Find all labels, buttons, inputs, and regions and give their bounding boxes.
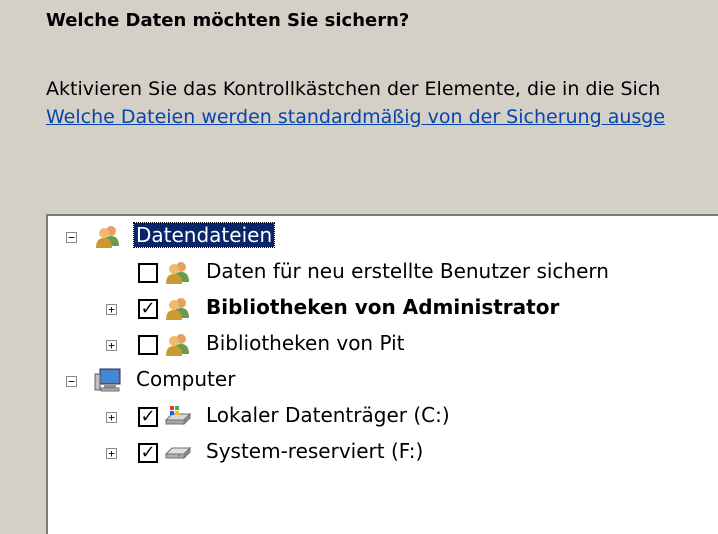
- data-files-label[interactable]: Datendateien: [132, 222, 276, 248]
- users-icon: [96, 226, 119, 248]
- page-heading: Welche Daten möchten Sie sichern?: [46, 10, 410, 31]
- new-users-checkbox[interactable]: [138, 263, 158, 283]
- expand-pit-libraries-toggle[interactable]: +: [106, 340, 117, 351]
- tree-node-pit-libraries[interactable]: + Bibliotheken von Pit: [48, 330, 718, 360]
- local-disk-c-checkbox[interactable]: ✓: [138, 407, 158, 427]
- computer-label[interactable]: Computer: [136, 367, 235, 391]
- local-disk-c-label: Lokaler Datenträger (C:): [206, 403, 450, 427]
- admin-libraries-label: Bibliotheken von Administrator: [206, 295, 560, 319]
- new-users-label: Daten für neu erstellte Benutzer sichern: [206, 259, 609, 283]
- expand-system-reserved-f-toggle[interactable]: +: [106, 448, 117, 459]
- collapse-computer-toggle[interactable]: −: [66, 376, 77, 387]
- tree-node-system-reserved-f[interactable]: + ✓ System-reserviert (F:): [48, 438, 718, 468]
- tree-node-data-files[interactable]: − Datendateien: [48, 222, 718, 252]
- default-files-help-link[interactable]: Welche Dateien werden standardmäßig von …: [46, 103, 665, 131]
- description-text: Aktivieren Sie das Kontrollkästchen der …: [46, 78, 661, 100]
- pit-libraries-label: Bibliotheken von Pit: [206, 331, 405, 355]
- users-icon: [166, 298, 189, 320]
- system-reserved-f-checkbox[interactable]: ✓: [138, 443, 158, 463]
- tree-node-computer[interactable]: − Computer: [48, 366, 718, 396]
- tree-node-local-disk-c[interactable]: + ✓ Lokaler Datenträger (C:): [48, 402, 718, 432]
- users-icon: [166, 334, 189, 356]
- expand-admin-libraries-toggle[interactable]: +: [106, 304, 117, 315]
- tree-node-new-users[interactable]: Daten für neu erstellte Benutzer sichern: [48, 258, 718, 288]
- description: Aktivieren Sie das Kontrollkästchen der …: [46, 75, 665, 131]
- computer-icon: [94, 368, 121, 392]
- collapse-data-files-toggle[interactable]: −: [66, 232, 77, 243]
- pit-libraries-checkbox[interactable]: [138, 335, 158, 355]
- backup-items-tree[interactable]: − Datendateien Daten für neu erstellte B…: [46, 214, 718, 534]
- system-drive-icon: [164, 406, 192, 426]
- system-reserved-f-label: System-reserviert (F:): [206, 439, 424, 463]
- admin-libraries-checkbox[interactable]: ✓: [138, 299, 158, 319]
- tree-node-admin-libraries[interactable]: + ✓ Bibliotheken von Administrator: [48, 294, 718, 324]
- expand-local-disk-c-toggle[interactable]: +: [106, 412, 117, 423]
- drive-icon: [164, 446, 192, 460]
- users-icon: [166, 262, 189, 284]
